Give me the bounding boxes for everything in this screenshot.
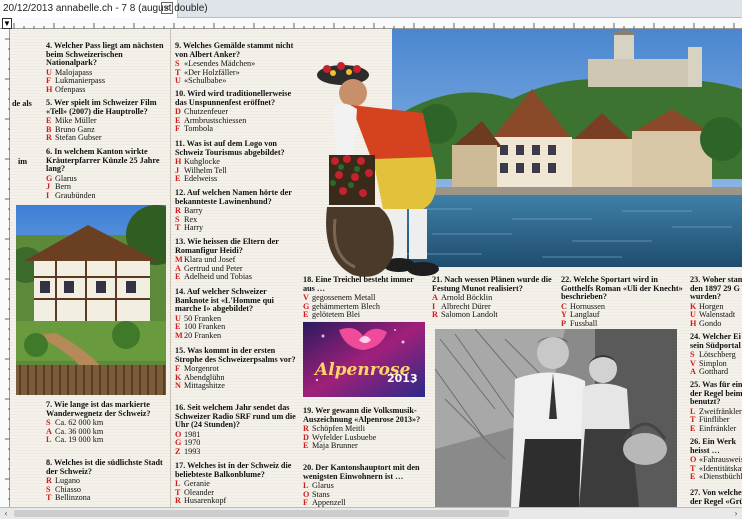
horizontal-ruler[interactable]: ▼ — [0, 18, 742, 29]
question-18: 18. Eine Treichel besteht immer aus … Vg… — [303, 275, 425, 320]
answer-option: I Graubünden — [46, 190, 96, 200]
horizontal-scrollbar[interactable]: ‹ › — [0, 507, 742, 519]
question-13: 13. Wie heissen die Eltern der Romanfigu… — [175, 237, 297, 282]
question-title: 16. Seit welchem Jahr sendet das Schweiz… — [175, 403, 296, 430]
question-22: 22. Welche Sportart wird in Gotthelfs Ro… — [561, 275, 685, 329]
tab-bar: 20/12/2013 annabelle.ch - 7 8 (august do… — [0, 0, 742, 18]
question-26: 26. Ein Werk heisst … O «Fahrausweis T «Id… — [690, 437, 742, 482]
vertical-ruler[interactable] — [0, 29, 10, 507]
question-17: 17. Welches ist in der Schweiz die belie… — [175, 461, 297, 506]
answer-option: T Harry — [175, 223, 204, 233]
answer-option: Z 1993 — [175, 446, 201, 456]
answer-option: P Fussball — [561, 318, 598, 328]
question-title: 22. Welche Sportart wird in Gotthelfs Ro… — [561, 275, 683, 302]
app-window: 20/12/2013 annabelle.ch - 7 8 (august do… — [0, 0, 742, 519]
question-5: 5. Wer spielt im Schweizer Film «Tell» (… — [46, 98, 166, 143]
question-title: 15. Was kommt in der ersten Strophe des … — [175, 346, 296, 364]
answer-option: L Ca. 19 000 km — [46, 435, 104, 445]
question-11: 11. Was ist auf dem Logo von Schweiz Tou… — [175, 139, 297, 184]
answer-option: N Mittagshitze — [175, 381, 225, 391]
answer-option: A Gotthard — [690, 367, 729, 377]
answer-option: H Ofenpass — [46, 84, 86, 94]
question-21: 21. Nach wessen Plänen wurde die Festung… — [432, 275, 556, 320]
man-with-treichel-photo — [313, 59, 463, 291]
question-8: 8. Welches ist die südlichste Stadt der … — [46, 458, 166, 503]
answer-option: U «Schulbabe» — [175, 76, 227, 86]
question-27: 27. Von welche der Regel «Grü — [690, 488, 742, 507]
answer-option: E «Dienstbüchl — [690, 472, 742, 482]
question-6: 6. In welchem Kanton wirkte Kräuterpfarr… — [46, 147, 166, 201]
clipped-text-fragment: im — [18, 157, 28, 166]
question-10: 10. Wird wird traditionellerweise das Un… — [175, 89, 297, 134]
question-title: 18. Eine Treichel besteht immer aus … — [303, 275, 414, 293]
question-title: 8. Welches ist die südlichste Stadt der … — [46, 458, 163, 476]
column-divider — [170, 29, 171, 507]
scroll-left-icon[interactable]: ‹ — [0, 508, 12, 519]
answer-option: T Bellinzona — [46, 493, 91, 503]
question-19: 19. Wer gewann die Volksmusik-Auszeichnu… — [303, 406, 425, 451]
farmhouse-photo — [16, 205, 166, 395]
question-title: 14. Auf welcher Schweizer Banknote ist «… — [175, 287, 274, 314]
question-16: 16. Seit welchem Jahr sendet das Schweiz… — [175, 403, 297, 457]
scrollbar-thumb[interactable] — [14, 510, 509, 517]
answer-option: Egelötetem Blei — [303, 310, 360, 320]
question-title: 27. Von welche der Regel «Grü — [690, 488, 742, 506]
question-title: 5. Wer spielt im Schweizer Film «Tell» (… — [46, 98, 157, 116]
question-9: 9. Welches Gemälde stammt nicht von Albe… — [175, 41, 297, 86]
question-25: 25. Was für ein der Regel beim benutzt? … — [690, 380, 742, 434]
question-title: 11. Was ist auf dem Logo von Schweiz Tou… — [175, 139, 285, 157]
indent-marker-icon[interactable]: ▼ — [2, 18, 12, 29]
answer-option: M20 Franken — [175, 330, 222, 340]
question-20: 20. Der Kantonshauptort mit den wenigste… — [303, 463, 425, 507]
tab-title: 20/12/2013 annabelle.ch - 7 8 (august do… — [3, 3, 208, 14]
question-15: 15. Was kommt in der ersten Strophe des … — [175, 346, 297, 391]
logo-year: 2013 — [387, 372, 418, 385]
answer-option: E Einfränkler — [690, 423, 737, 433]
answer-option: H Gondo — [690, 318, 722, 328]
alpenrose-logo: Alpenrose 2013 — [303, 322, 425, 397]
question-title: 24. Welcher Ei sein Südportal — [690, 332, 741, 350]
question-title: 25. Was für ein der Regel beim benutzt? — [690, 380, 742, 407]
question-title: 12. Auf welchen Namen hörte der bekannte… — [175, 188, 292, 206]
question-title: 19. Wer gewann die Volksmusik-Auszeichnu… — [303, 406, 421, 424]
clipped-text-fragment: de als — [12, 99, 32, 108]
close-icon[interactable]: × — [161, 2, 173, 14]
answer-option: F Tombola — [175, 124, 213, 134]
answer-option: R Husarenkopf — [175, 496, 227, 506]
scroll-right-icon[interactable]: › — [730, 508, 742, 519]
answer-option: E Edelweiss — [175, 174, 218, 184]
question-23: 23. Woher stam den 1897 29 G wurden? K Ho… — [690, 275, 742, 329]
question-title: 4. Welcher Pass liegt am nächsten beim S… — [46, 41, 164, 68]
answer-option: R Stefan Gubser — [46, 133, 102, 143]
answer-option: F Appenzell — [303, 498, 346, 507]
question-title: 13. Wie heissen die Eltern der Romanfigu… — [175, 237, 279, 255]
question-title: 17. Welches ist in der Schweiz die belie… — [175, 461, 292, 479]
question-title: 6. In welchem Kanton wirkte Kräuterpfarr… — [46, 147, 160, 174]
question-7: 7. Wie lange ist das markierte Wanderweg… — [46, 400, 166, 445]
couple-bw-photo — [435, 329, 677, 507]
answer-option: R Salomon Landolt — [432, 310, 498, 320]
question-24: 24. Welcher Ei sein Südportal S Lötschber… — [690, 332, 742, 377]
answer-option: E Adelheid und Tobias — [175, 272, 252, 282]
question-title: 20. Der Kantonshauptort mit den wenigste… — [303, 463, 420, 481]
question-title: 7. Wie lange ist das markierte Wanderweg… — [46, 400, 151, 418]
question-4: 4. Welcher Pass liegt am nächsten beim S… — [46, 41, 166, 95]
question-title: 21. Nach wessen Plänen wurde die Festung… — [432, 275, 552, 293]
question-14: 14. Auf welcher Schweizer Banknote ist «… — [175, 287, 297, 341]
question-title: 10. Wird wird traditionellerweise das Un… — [175, 89, 292, 107]
magazine-page: de als im 4. Welcher Pass liegt am nächs… — [10, 29, 742, 507]
document-tab[interactable]: 20/12/2013 annabelle.ch - 7 8 (august do… — [0, 0, 208, 18]
question-12: 12. Auf welchen Namen hörte der bekannte… — [175, 188, 297, 233]
question-title: 9. Welches Gemälde stammt nicht von Albe… — [175, 41, 294, 59]
answer-option: E Maja Brunner — [303, 441, 358, 451]
question-title: 23. Woher stam den 1897 29 G wurden? — [690, 275, 742, 302]
question-title: 26. Ein Werk heisst … — [690, 437, 737, 455]
